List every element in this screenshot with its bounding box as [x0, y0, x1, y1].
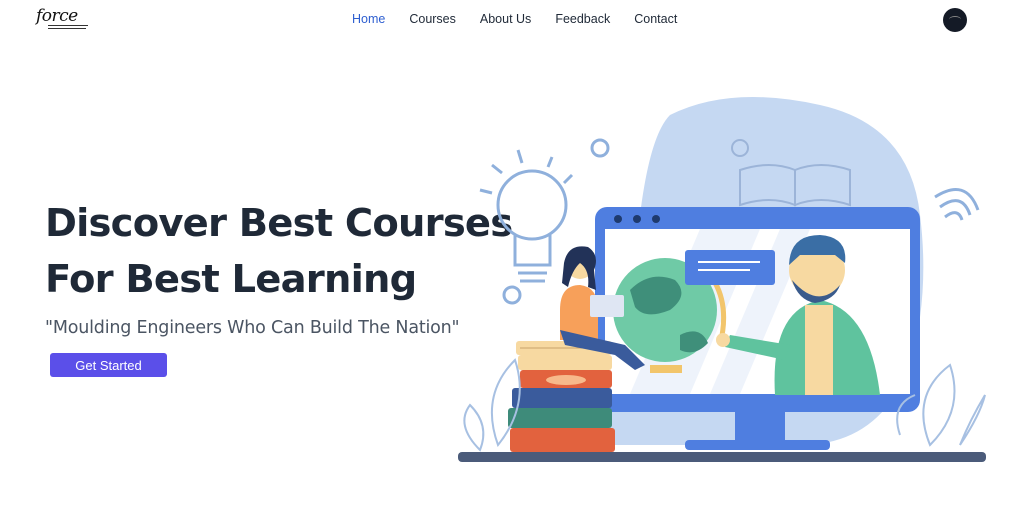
hero-illustration [458, 97, 986, 462]
logo-line [48, 25, 88, 26]
logo[interactable]: force [36, 6, 90, 32]
nav-courses[interactable]: Courses [409, 12, 456, 26]
hero-tagline: "Moulding Engineers Who Can Build The Na… [45, 318, 460, 338]
wifi-icon [934, 187, 980, 221]
logo-line [48, 28, 86, 29]
chat-bubble-icon [685, 250, 775, 285]
nav-home[interactable]: Home [352, 12, 385, 26]
user-avatar[interactable] [943, 8, 967, 32]
logo-text: force [36, 6, 78, 26]
nav-about-us[interactable]: About Us [480, 12, 531, 26]
books-stack [508, 341, 615, 452]
nav-feedback[interactable]: Feedback [555, 12, 610, 26]
main-nav: Home Courses About Us Feedback Contact [352, 12, 701, 26]
nav-contact[interactable]: Contact [634, 12, 677, 26]
ground-line [458, 452, 986, 462]
top-navbar: force Home Courses About Us Feedback Con… [0, 0, 1033, 40]
get-started-button[interactable]: Get Started [50, 353, 167, 377]
